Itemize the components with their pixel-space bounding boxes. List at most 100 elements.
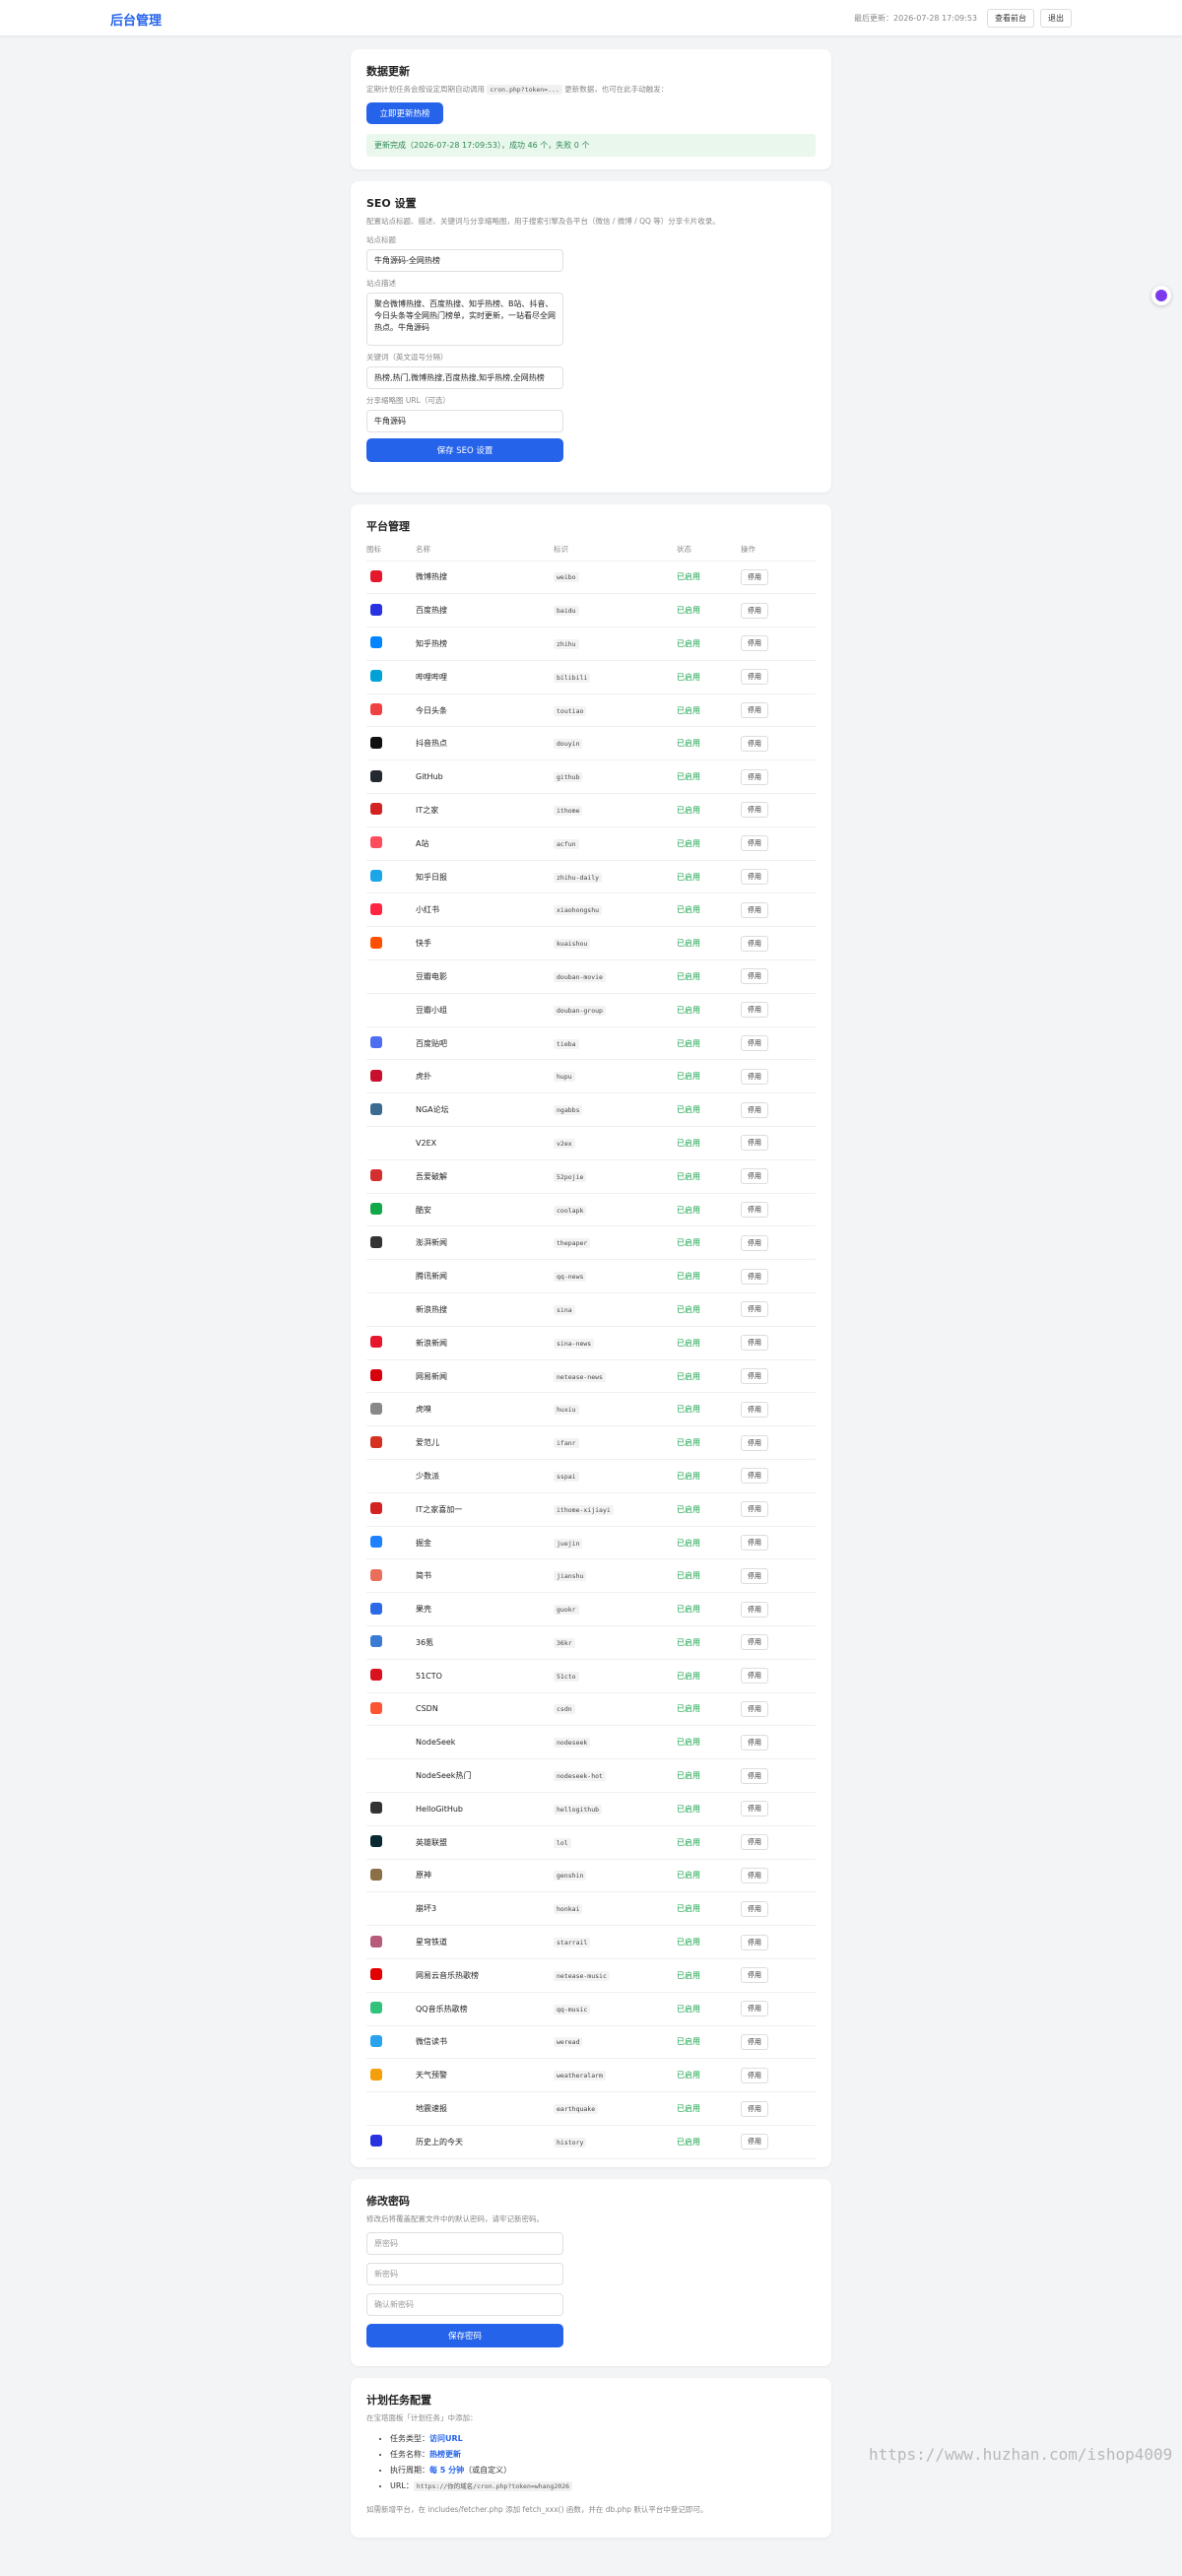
disable-button[interactable]: 停用 [741, 1967, 768, 1984]
disable-button[interactable]: 停用 [741, 1301, 768, 1318]
platform-status: 已启用 [677, 561, 741, 595]
platform-row: 抖音热点 douyin 已启用 停用 [366, 726, 816, 761]
disable-button[interactable]: 停用 [741, 1700, 768, 1717]
platform-name: 虎扑 [416, 1059, 554, 1094]
app-logo[interactable]: 后台管理 [110, 10, 162, 29]
confirm-password-input[interactable]: 确认新密码 [366, 2293, 563, 2316]
disable-button[interactable]: 停用 [741, 2033, 768, 2050]
platform-status: 已启用 [677, 1492, 741, 1527]
disable-button[interactable]: 停用 [741, 869, 768, 886]
disable-button[interactable]: 停用 [741, 1434, 768, 1451]
disable-button[interactable]: 停用 [741, 835, 768, 852]
site-desc-textarea[interactable]: 聚合微博热搜、百度热搜、知乎热榜、B站、抖音、今日头条等全网热门榜单，实时更新，… [366, 293, 563, 346]
disable-button[interactable]: 停用 [741, 2067, 768, 2083]
platform-name: NodeSeek热门 [416, 1758, 554, 1793]
disable-button[interactable]: 停用 [741, 935, 768, 952]
disable-button[interactable]: 停用 [741, 1168, 768, 1185]
platform-status: 已启用 [677, 1225, 741, 1261]
platform-row: 豆瓣小组 douban-group 已启用 停用 [366, 993, 816, 1027]
disable-button[interactable]: 停用 [741, 602, 768, 619]
platform-slug: sina [554, 1304, 575, 1315]
platform-status: 已启用 [677, 1725, 741, 1760]
disable-button[interactable]: 停用 [741, 1634, 768, 1651]
disable-button[interactable]: 停用 [741, 1900, 768, 1917]
disable-button[interactable]: 停用 [741, 1867, 768, 1883]
platform-name: IT之家 [416, 793, 554, 827]
disable-button[interactable]: 停用 [741, 1135, 768, 1152]
disable-button[interactable]: 停用 [741, 1668, 768, 1684]
platform-icon [370, 2034, 382, 2047]
disable-button[interactable]: 停用 [741, 1335, 768, 1352]
disable-button[interactable]: 停用 [741, 735, 768, 752]
disable-button[interactable]: 停用 [741, 1601, 768, 1618]
disable-button[interactable]: 停用 [741, 1401, 768, 1418]
platform-icon [370, 2135, 382, 2147]
disable-button[interactable]: 停用 [741, 768, 768, 785]
platform-row: 小红书 xiaohongshu 已启用 停用 [366, 892, 816, 928]
floating-assistant-icon[interactable] [1151, 286, 1171, 305]
disable-button[interactable]: 停用 [741, 1801, 768, 1817]
disable-button[interactable]: 停用 [741, 1202, 768, 1219]
disable-button[interactable]: 停用 [741, 1268, 768, 1285]
keywords-input[interactable]: 热榜,热门,微博热搜,百度热搜,知乎热榜,全网热榜 [366, 366, 563, 389]
disable-button[interactable]: 停用 [741, 1834, 768, 1851]
disable-button[interactable]: 停用 [741, 1934, 768, 1950]
disable-button[interactable]: 停用 [741, 1368, 768, 1385]
save-password-button[interactable]: 保存密码 [366, 2324, 563, 2347]
platform-icon [370, 1935, 382, 1948]
disable-button[interactable]: 停用 [741, 1501, 768, 1518]
old-password-input[interactable]: 原密码 [366, 2232, 563, 2255]
platform-name: IT之家喜加一 [416, 1492, 554, 1527]
disable-button[interactable]: 停用 [741, 802, 768, 819]
disable-button[interactable]: 停用 [741, 901, 768, 918]
seo-desc: 配置站点标题、描述、关键词与分享缩略图，用于搜索引擎及各平台（微信 / 微博 /… [366, 217, 720, 226]
site-title-input[interactable]: 牛角源码-全网热榜 [366, 249, 563, 272]
disable-button[interactable]: 停用 [741, 1567, 768, 1584]
password-card: 修改密码 修改后将覆盖配置文件中的默认密码，请牢记新密码。 原密码 新密码 确认… [351, 2179, 831, 2366]
disable-button[interactable]: 停用 [741, 568, 768, 585]
disable-button[interactable]: 停用 [741, 702, 768, 719]
disable-button[interactable]: 停用 [741, 1468, 768, 1485]
view-frontend-button[interactable]: 查看前台 [987, 9, 1034, 28]
top-actions: 最后更新：2026-07-28 17:09:53 查看前台 退出 [854, 9, 1072, 28]
platform-status: 已启用 [677, 2025, 741, 2060]
update-now-button[interactable]: 立即更新热榜 [366, 102, 443, 124]
disable-button[interactable]: 停用 [741, 2100, 768, 2117]
disable-button[interactable]: 停用 [741, 1734, 768, 1750]
disable-button[interactable]: 停用 [741, 1035, 768, 1052]
disable-button[interactable]: 停用 [741, 669, 768, 686]
col-action: 操作 [741, 539, 816, 561]
disable-button[interactable]: 停用 [741, 1068, 768, 1085]
platform-row: 简书 jianshu 已启用 停用 [366, 1558, 816, 1594]
disable-button[interactable]: 停用 [741, 1002, 768, 1019]
disable-button[interactable]: 停用 [741, 2001, 768, 2017]
disable-button[interactable]: 停用 [741, 968, 768, 985]
platform-name: 少数派 [416, 1459, 554, 1493]
platform-slug: genshin [554, 1871, 587, 1882]
platform-row: 微博热搜 weibo 已启用 停用 [366, 561, 816, 595]
platform-slug: history [554, 2137, 587, 2147]
disable-button[interactable]: 停用 [741, 1767, 768, 1784]
platform-status: 已启用 [677, 1792, 741, 1826]
platform-name: 虎嗅 [416, 1392, 554, 1427]
platform-slug: 51cto [554, 1671, 579, 1682]
platform-row: 36氪 36kr 已启用 停用 [366, 1625, 816, 1660]
new-password-input[interactable]: 新密码 [366, 2263, 563, 2285]
cron-item-url: URL：https://你的域名/cron.php?token=whang202… [390, 2478, 816, 2494]
platform-name: QQ音乐热歌榜 [416, 1992, 554, 2026]
platform-name: 百度热搜 [416, 593, 554, 628]
save-seo-button[interactable]: 保存 SEO 设置 [366, 438, 563, 462]
disable-button[interactable]: 停用 [741, 1101, 768, 1118]
disable-button[interactable]: 停用 [741, 1535, 768, 1551]
logout-button[interactable]: 退出 [1040, 9, 1072, 28]
update-result-message: 更新完成（2026-07-28 17:09:53），成功 46 个，失败 0 个 [366, 134, 816, 157]
disable-button[interactable]: 停用 [741, 1234, 768, 1251]
platform-status: 已启用 [677, 926, 741, 961]
disable-button[interactable]: 停用 [741, 635, 768, 652]
thumb-label: 分享缩略图 URL（可选） [366, 396, 450, 405]
platform-slug: netease-music [554, 1970, 610, 1981]
platform-name: 51CTO [416, 1659, 554, 1693]
platform-row: 百度贴吧 tieba 已启用 停用 [366, 1026, 816, 1061]
disable-button[interactable]: 停用 [741, 2134, 768, 2150]
thumb-input[interactable]: 牛角源码 [366, 410, 563, 432]
